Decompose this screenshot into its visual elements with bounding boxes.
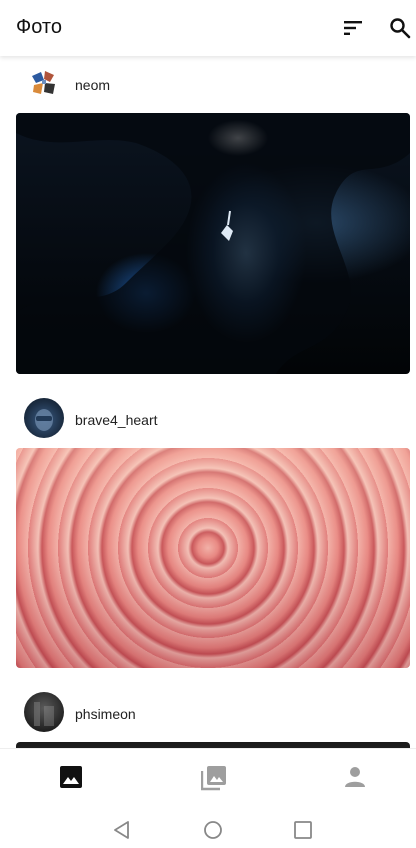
sort-button[interactable] (337, 12, 369, 44)
recent-apps-icon (294, 821, 312, 839)
neom-logo-avatar[interactable] (24, 64, 64, 104)
back-icon (114, 821, 129, 839)
underwater-cave-image (16, 113, 410, 374)
post-header[interactable]: brave4_heart (0, 392, 416, 448)
system-recent-apps-button[interactable] (293, 820, 313, 840)
photo-feed[interactable]: neom brave4_heart phsimeon (0, 56, 416, 748)
post-username[interactable]: phsimeon (75, 706, 136, 722)
search-button[interactable] (384, 12, 416, 44)
search-icon (390, 18, 411, 39)
avatar-image (35, 409, 53, 431)
user-avatar[interactable] (24, 398, 64, 438)
system-navigation-bar (0, 804, 416, 848)
post-username[interactable]: neom (75, 77, 110, 93)
post-header[interactable]: neom (0, 56, 416, 112)
photo-icon (60, 766, 82, 788)
post-header[interactable]: phsimeon (0, 686, 416, 742)
post-photo[interactable] (16, 448, 410, 668)
system-home-button[interactable] (203, 820, 223, 840)
nav-profile-tab[interactable] (343, 765, 367, 789)
profile-icon (345, 767, 365, 787)
nav-albums-tab[interactable] (200, 765, 226, 791)
albums-icon (200, 766, 226, 791)
sort-icon (344, 21, 362, 35)
system-back-button[interactable] (112, 820, 132, 840)
pink-paper-spiral-image (16, 448, 410, 668)
bottom-navigation (0, 748, 416, 804)
avatar-image (32, 71, 55, 94)
home-icon (204, 821, 222, 839)
nav-photos-tab[interactable] (59, 765, 83, 789)
avatar-image (34, 702, 54, 726)
post-photo[interactable] (16, 113, 410, 374)
post-username[interactable]: brave4_heart (75, 412, 158, 428)
page-title: Фото (16, 16, 62, 38)
user-avatar[interactable] (24, 692, 64, 732)
top-app-bar: Фото (0, 0, 416, 56)
